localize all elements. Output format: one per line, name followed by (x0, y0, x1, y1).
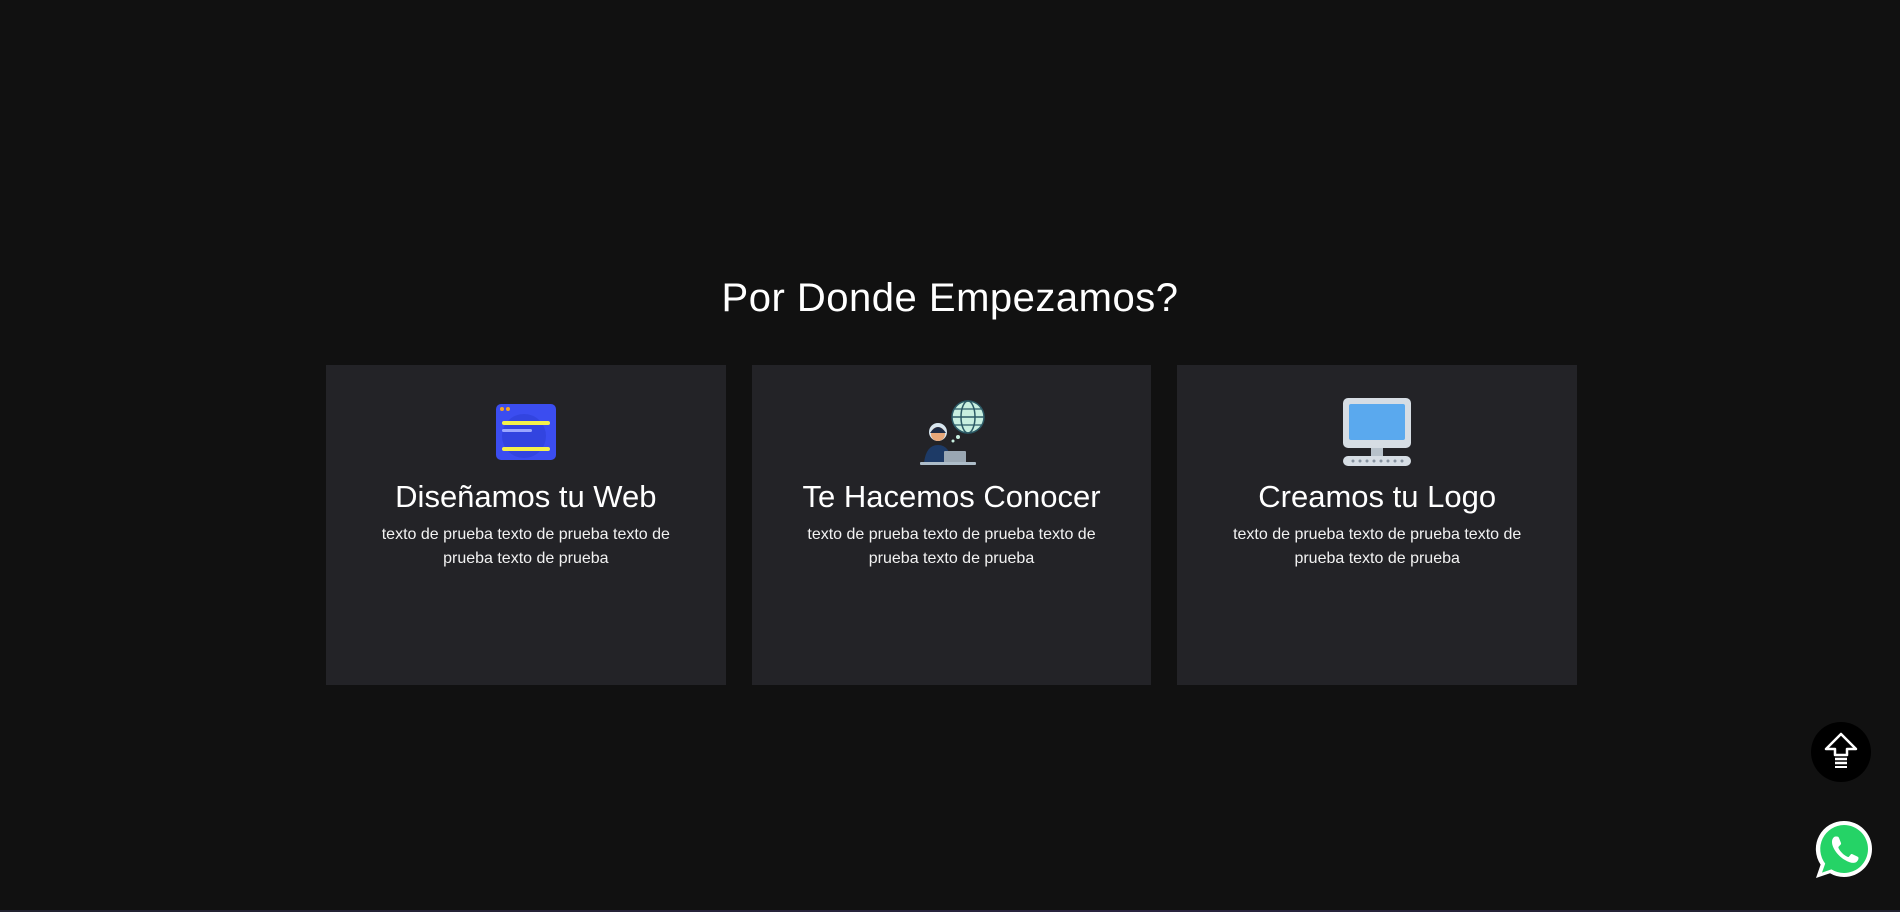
card-text: texto de prueba texto de prueba texto de… (381, 526, 670, 568)
service-card-logo: Creamos tu Logo texto de prueba texto de… (1177, 365, 1578, 685)
service-card-marketing: Te Hacemos Conocer texto de prueba texto… (751, 365, 1152, 685)
marketing-person-globe-icon (916, 396, 988, 468)
page: Por Donde Empezamos? Diseñamos tu Web te… (0, 0, 1900, 912)
card-title: Te Hacemos Conocer (802, 479, 1101, 514)
card-title: Creamos tu Logo (1258, 479, 1497, 514)
web-design-icon (490, 396, 562, 468)
services-cards: Diseñamos tu Web texto de prueba texto d… (326, 365, 1578, 685)
card-text: texto de prueba texto de prueba texto de… (807, 526, 1096, 568)
arrow-up-icon (1824, 732, 1858, 773)
whatsapp-icon (1812, 820, 1876, 886)
whatsapp-button[interactable] (1812, 818, 1876, 882)
computer-monitor-icon (1341, 396, 1413, 468)
card-text: texto de prueba texto de prueba texto de… (1233, 526, 1522, 568)
scroll-top-button[interactable] (1811, 722, 1871, 782)
section-title: Por Donde Empezamos? (721, 276, 1179, 320)
service-card-web: Diseñamos tu Web texto de prueba texto d… (326, 365, 726, 685)
card-title: Diseñamos tu Web (395, 479, 657, 514)
